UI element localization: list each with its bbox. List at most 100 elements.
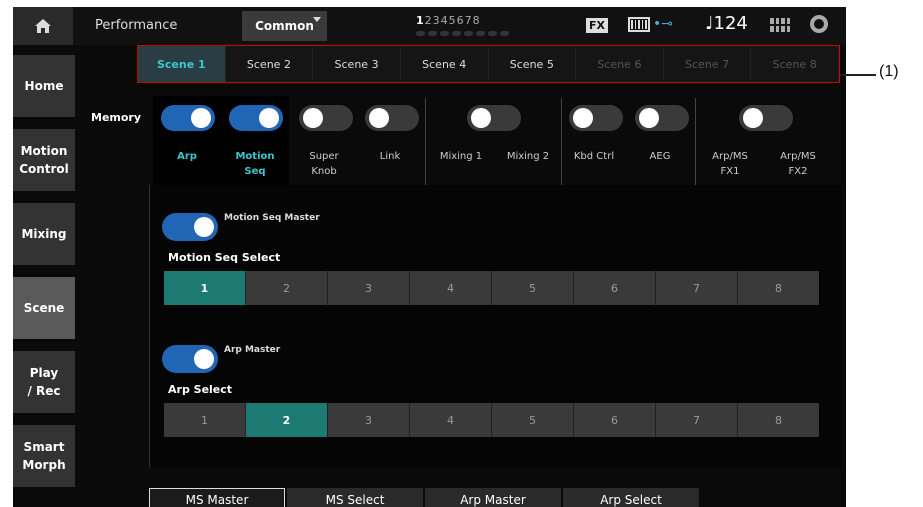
synth-screen: Performance Common 12345678 FX •⊸ ♩124 H… bbox=[13, 7, 846, 507]
bottom-tabs: MS Master MS Select Arp Master Arp Selec… bbox=[149, 488, 709, 507]
bottom-tab-arp-master[interactable]: Arp Master bbox=[425, 488, 561, 507]
arp-option-1[interactable]: 1 bbox=[164, 403, 246, 437]
keyboard-icon bbox=[628, 17, 650, 32]
memory-motion-seq[interactable]: Motion Seq bbox=[221, 96, 289, 190]
home-icon bbox=[35, 19, 51, 33]
bottom-tab-ms-master[interactable]: MS Master bbox=[149, 488, 285, 507]
motion-seq-select-label: Motion Seq Select bbox=[168, 251, 281, 264]
arp-option-4[interactable]: 4 bbox=[410, 403, 492, 437]
sidebar-item-play-rec[interactable]: Play / Rec bbox=[13, 351, 75, 413]
memory-row: Arp Motion Seq Super Knob Link Mixing 1 … bbox=[153, 96, 830, 190]
sidebar: Home Motion Control Mixing Scene Play / … bbox=[13, 45, 75, 507]
arp-master-toggle[interactable] bbox=[162, 345, 218, 373]
part-numbers: 12345678 bbox=[416, 14, 481, 27]
memory-super-knob[interactable]: Super Knob bbox=[291, 96, 357, 190]
memory-aeg-label: AEG bbox=[649, 151, 671, 162]
memory-motion-seq-label: Motion Seq bbox=[235, 151, 275, 177]
tab-scene-6[interactable]: Scene 6 bbox=[576, 46, 664, 82]
usb-icon: •⊸ bbox=[653, 16, 673, 32]
home-icon-button[interactable] bbox=[13, 7, 73, 45]
memory-link[interactable]: Link bbox=[357, 96, 423, 190]
tab-scene-4[interactable]: Scene 4 bbox=[400, 46, 489, 82]
memory-kbd-ctrl-label: Kbd Ctrl bbox=[573, 151, 615, 162]
top-bar: Performance Common 12345678 FX •⊸ ♩124 bbox=[13, 7, 846, 45]
motion-seq-option-2[interactable]: 2 bbox=[246, 271, 328, 305]
part-dot bbox=[416, 31, 425, 36]
part-numbers-rest: 2345678 bbox=[424, 14, 481, 27]
sidebar-item-mixing[interactable]: Mixing bbox=[13, 203, 75, 265]
memory-aeg[interactable]: AEG bbox=[627, 96, 693, 190]
part-dot bbox=[500, 31, 509, 36]
memory-motion-seq-toggle[interactable] bbox=[229, 105, 283, 131]
arp-option-5[interactable]: 5 bbox=[492, 403, 574, 437]
memory-arp-toggle[interactable] bbox=[161, 105, 215, 131]
motion-seq-select: 1 2 3 4 5 6 7 8 bbox=[164, 271, 819, 305]
memory-link-toggle[interactable] bbox=[365, 105, 419, 131]
motion-seq-master-toggle[interactable] bbox=[162, 213, 218, 241]
part-dot bbox=[440, 31, 449, 36]
sidebar-item-home[interactable]: Home bbox=[13, 55, 75, 117]
part-indicators bbox=[416, 31, 518, 37]
arp-option-6[interactable]: 6 bbox=[574, 403, 656, 437]
motion-seq-option-5[interactable]: 5 bbox=[492, 271, 574, 305]
quick-access-icon[interactable] bbox=[770, 18, 790, 32]
memory-mixing-1-label: Mixing 1 bbox=[439, 151, 483, 162]
memory-kbd-ctrl[interactable]: Kbd Ctrl bbox=[561, 96, 627, 190]
memory-mixing-2[interactable]: Mixing 2 bbox=[495, 96, 561, 190]
memory-arp-ms-fx2-label: Arp/MS FX2 bbox=[780, 151, 816, 177]
memory-arp-ms-fx2[interactable]: Arp/MS FX2 bbox=[765, 96, 831, 190]
tab-scene-7[interactable]: Scene 7 bbox=[663, 46, 752, 82]
bottom-tab-ms-select[interactable]: MS Select bbox=[287, 488, 423, 507]
scene-tabs: Scene 1 Scene 2 Scene 3 Scene 4 Scene 5 … bbox=[137, 45, 840, 83]
memory-mixing-2-label: Mixing 2 bbox=[506, 151, 550, 162]
tab-scene-2[interactable]: Scene 2 bbox=[225, 46, 314, 82]
motion-seq-master-label: Motion Seq Master bbox=[224, 213, 320, 223]
callout-line bbox=[840, 74, 876, 76]
memory-mixing-1[interactable]: Mixing 1 bbox=[427, 96, 521, 190]
part-dot bbox=[428, 31, 437, 36]
arp-option-7[interactable]: 7 bbox=[656, 403, 738, 437]
motion-seq-option-1[interactable]: 1 bbox=[164, 271, 246, 305]
arp-select: 1 2 3 4 5 6 7 8 bbox=[164, 403, 819, 437]
part-number-current: 1 bbox=[416, 14, 425, 27]
main-panel: Motion Seq Master Motion Seq Select 1 2 … bbox=[149, 185, 841, 467]
part-dot bbox=[464, 31, 473, 36]
callout-label: (1) bbox=[879, 63, 899, 80]
sidebar-item-smart-morph[interactable]: Smart Morph bbox=[13, 425, 75, 487]
tab-scene-5[interactable]: Scene 5 bbox=[488, 46, 577, 82]
tempo-display[interactable]: ♩124 bbox=[705, 13, 748, 34]
fx-icon[interactable]: FX bbox=[586, 18, 608, 33]
tab-scene-1[interactable]: Scene 1 bbox=[138, 46, 226, 82]
motion-seq-option-4[interactable]: 4 bbox=[410, 271, 492, 305]
arp-master-label: Arp Master bbox=[224, 345, 281, 355]
common-part-label: Common bbox=[255, 19, 314, 33]
sidebar-item-scene[interactable]: Scene bbox=[13, 277, 75, 339]
memory-super-knob-label: Super Knob bbox=[309, 151, 339, 177]
motion-seq-option-7[interactable]: 7 bbox=[656, 271, 738, 305]
part-dot bbox=[488, 31, 497, 36]
arp-option-8[interactable]: 8 bbox=[738, 403, 819, 437]
tab-scene-8[interactable]: Scene 8 bbox=[751, 46, 839, 82]
memory-aeg-toggle[interactable] bbox=[635, 105, 689, 131]
motion-seq-option-6[interactable]: 6 bbox=[574, 271, 656, 305]
divider bbox=[695, 98, 696, 188]
gear-icon[interactable] bbox=[810, 15, 828, 33]
page-title: Performance bbox=[95, 18, 178, 33]
bottom-tab-arp-select[interactable]: Arp Select bbox=[563, 488, 699, 507]
motion-seq-option-3[interactable]: 3 bbox=[328, 271, 410, 305]
sidebar-item-motion-control[interactable]: Motion Control bbox=[13, 129, 75, 191]
tab-scene-3[interactable]: Scene 3 bbox=[313, 46, 401, 82]
memory-arp-label: Arp bbox=[177, 151, 197, 162]
part-dot bbox=[476, 31, 485, 36]
motion-seq-option-8[interactable]: 8 bbox=[738, 271, 819, 305]
memory-super-knob-toggle[interactable] bbox=[299, 105, 353, 131]
divider bbox=[425, 98, 426, 188]
arp-select-label: Arp Select bbox=[168, 383, 233, 396]
memory-link-label: Link bbox=[379, 151, 401, 162]
arp-option-2[interactable]: 2 bbox=[246, 403, 328, 437]
memory-arp[interactable]: Arp bbox=[153, 96, 221, 190]
part-dot bbox=[452, 31, 461, 36]
common-part-selector[interactable]: Common bbox=[242, 11, 327, 41]
memory-kbd-ctrl-toggle[interactable] bbox=[569, 105, 623, 131]
arp-option-3[interactable]: 3 bbox=[328, 403, 410, 437]
